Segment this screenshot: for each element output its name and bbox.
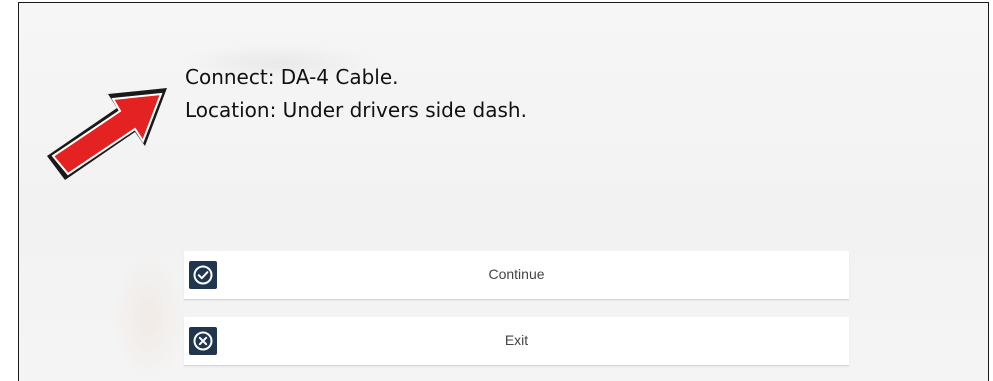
connect-instruction: Connect: DA-4 Cable. [185, 65, 399, 89]
dialog-panel: Connect: DA-4 Cable. Location: Under dri… [18, 2, 989, 381]
location-instruction: Location: Under drivers side dash. [185, 98, 527, 122]
red-arrow-icon [47, 88, 167, 180]
background-shade [114, 253, 184, 381]
exit-label: Exit [504, 332, 529, 348]
continue-button[interactable]: Continue [184, 251, 849, 300]
instruction-message: Connect: DA-4 Cable. Location: Under dri… [185, 61, 527, 127]
exit-button[interactable]: Exit [184, 317, 849, 366]
continue-label: Continue [488, 266, 545, 282]
